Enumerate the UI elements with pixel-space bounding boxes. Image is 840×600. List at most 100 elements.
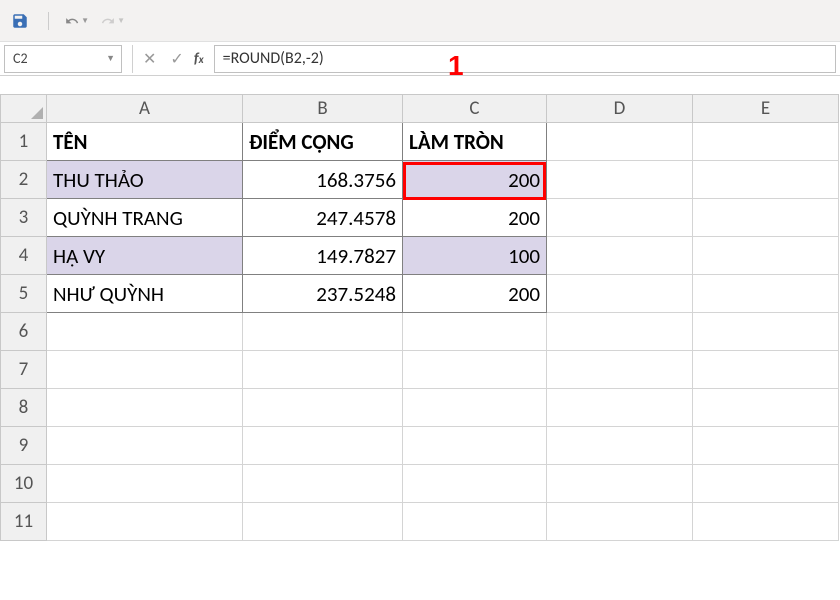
cell[interactable]	[547, 313, 693, 351]
cell[interactable]: 247.4578	[243, 199, 403, 237]
col-header-E[interactable]: E	[693, 95, 839, 123]
cell[interactable]	[693, 313, 839, 351]
table-row: 9	[1, 427, 839, 465]
cell[interactable]	[693, 351, 839, 389]
cell[interactable]: 168.3756	[243, 161, 403, 199]
cell[interactable]: ĐIỂM CỘNG	[243, 123, 403, 161]
cell[interactable]: 100	[403, 237, 547, 275]
cell[interactable]: 200	[403, 275, 547, 313]
cell[interactable]	[547, 427, 693, 465]
cell[interactable]	[693, 465, 839, 503]
cell[interactable]	[547, 275, 693, 313]
cell[interactable]	[243, 465, 403, 503]
col-header-A[interactable]: A	[47, 95, 243, 123]
redo-dropdown-icon[interactable]: ▼	[117, 16, 125, 26]
cell[interactable]	[243, 503, 403, 541]
cell[interactable]	[403, 465, 547, 503]
cell[interactable]	[693, 503, 839, 541]
cell[interactable]	[47, 389, 243, 427]
cell[interactable]	[693, 237, 839, 275]
select-all-corner[interactable]	[1, 95, 47, 123]
annotation-1: 1	[448, 50, 464, 82]
cell[interactable]	[693, 389, 839, 427]
name-box-dropdown-icon[interactable]: ▼	[106, 53, 115, 64]
cell[interactable]	[403, 351, 547, 389]
table-row: 11	[1, 503, 839, 541]
row-header[interactable]: 4	[1, 237, 47, 275]
cell[interactable]	[547, 351, 693, 389]
cell[interactable]	[547, 503, 693, 541]
cell[interactable]: 237.5248	[243, 275, 403, 313]
cell[interactable]	[243, 351, 403, 389]
table-row: 7	[1, 351, 839, 389]
column-header-row: A B C D E	[1, 95, 839, 123]
cell[interactable]	[547, 389, 693, 427]
formula-edit-icons: ✕ ✓	[143, 49, 184, 69]
insert-function-icon[interactable]: fx	[194, 50, 204, 68]
cell[interactable]	[693, 275, 839, 313]
table-row: 6	[1, 313, 839, 351]
col-header-D[interactable]: D	[547, 95, 693, 123]
undo-dropdown-icon[interactable]: ▼	[81, 16, 89, 26]
cell[interactable]	[403, 427, 547, 465]
cell[interactable]: QUỲNH TRANG	[47, 199, 243, 237]
table-row: 10	[1, 465, 839, 503]
row-header[interactable]: 5	[1, 275, 47, 313]
cell[interactable]	[693, 427, 839, 465]
cell[interactable]	[547, 161, 693, 199]
col-header-B[interactable]: B	[243, 95, 403, 123]
cell[interactable]	[403, 313, 547, 351]
cell[interactable]: LÀM TRÒN	[403, 123, 547, 161]
table-row: 4 HẠ VY 149.7827 100	[1, 237, 839, 275]
separator	[48, 12, 49, 30]
table-row: 3 QUỲNH TRANG 247.4578 200	[1, 199, 839, 237]
spreadsheet-grid[interactable]: A B C D E 1 TÊN ĐIỂM CỘNG LÀM TRÒN 2 THU…	[0, 94, 840, 541]
cell[interactable]: NHƯ QUỲNH	[47, 275, 243, 313]
cell[interactable]	[693, 123, 839, 161]
cell[interactable]	[47, 313, 243, 351]
undo-icon[interactable]: ▼	[65, 9, 89, 33]
cell[interactable]	[547, 465, 693, 503]
cell[interactable]	[243, 389, 403, 427]
cell[interactable]: 200	[403, 199, 547, 237]
cell[interactable]	[47, 427, 243, 465]
enter-icon[interactable]: ✓	[170, 49, 183, 69]
row-header[interactable]: 6	[1, 313, 47, 351]
row-header[interactable]: 11	[1, 503, 47, 541]
redo-icon[interactable]: ▼	[101, 9, 125, 33]
cell[interactable]	[403, 503, 547, 541]
cell-selected[interactable]: 200	[403, 161, 547, 199]
formula-input[interactable]: =ROUND(B2,-2)	[214, 45, 836, 73]
save-icon[interactable]	[8, 9, 32, 33]
cell[interactable]	[47, 465, 243, 503]
name-box-value: C2	[13, 50, 28, 67]
row-header[interactable]: 1	[1, 123, 47, 161]
cell[interactable]	[547, 237, 693, 275]
col-header-C[interactable]: C	[403, 95, 547, 123]
cell[interactable]	[243, 313, 403, 351]
row-header[interactable]: 10	[1, 465, 47, 503]
cell[interactable]	[693, 199, 839, 237]
cell[interactable]	[47, 351, 243, 389]
cell[interactable]	[403, 389, 547, 427]
cell[interactable]: TÊN	[47, 123, 243, 161]
cell[interactable]	[547, 199, 693, 237]
name-box[interactable]: C2 ▼	[4, 45, 122, 73]
separator	[132, 45, 133, 73]
cell[interactable]	[47, 503, 243, 541]
row-header[interactable]: 2	[1, 161, 47, 199]
row-header[interactable]: 7	[1, 351, 47, 389]
formula-text: =ROUND(B2,-2)	[223, 49, 324, 68]
row-header[interactable]: 9	[1, 427, 47, 465]
cell[interactable]: HẠ VY	[47, 237, 243, 275]
cell[interactable]	[693, 161, 839, 199]
cell[interactable]	[547, 123, 693, 161]
row-header[interactable]: 8	[1, 389, 47, 427]
table-row: 5 NHƯ QUỲNH 237.5248 200	[1, 275, 839, 313]
cell[interactable]: THU THẢO	[47, 161, 243, 199]
row-header[interactable]: 3	[1, 199, 47, 237]
cell[interactable]: 149.7827	[243, 237, 403, 275]
quick-access-toolbar: ▼ ▼	[0, 0, 840, 42]
cancel-icon[interactable]: ✕	[143, 49, 156, 69]
cell[interactable]	[243, 427, 403, 465]
